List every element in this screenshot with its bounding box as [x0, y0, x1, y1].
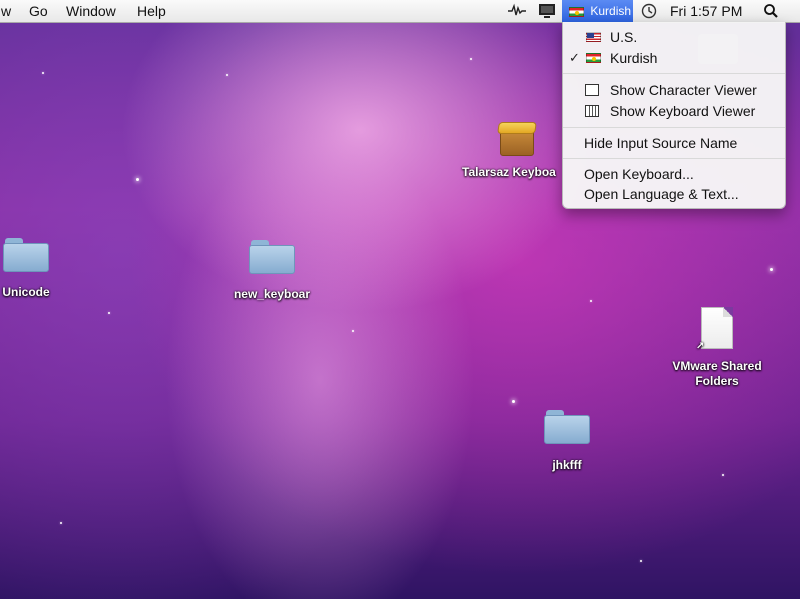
menu-item-character-viewer-label: Show Character Viewer [610, 82, 757, 98]
kurdish-flag-icon [569, 6, 584, 17]
desktop-icon-label: VMware Shared [672, 359, 762, 373]
menu-item-character-viewer[interactable]: Show Character Viewer [563, 80, 785, 100]
star [226, 74, 228, 76]
desktop-icon-label: Talarsaz Keyboa [462, 165, 556, 179]
menu-separator [563, 158, 785, 159]
star [590, 300, 592, 302]
menu-item-open-language[interactable]: Open Language & Text... [563, 184, 785, 204]
desktop-icon-talarsaz-keyboard[interactable]: Talarsaz Keyboa [462, 116, 572, 179]
menu-go[interactable]: Go [29, 3, 48, 19]
desktop-icon-new-keyboar[interactable]: new_keyboar [226, 240, 318, 301]
menu-help[interactable]: Help [137, 3, 166, 19]
star [352, 330, 354, 332]
star [108, 312, 110, 314]
desktop-icon-label: new_keyboar [233, 287, 311, 301]
spotlight-search-icon[interactable] [763, 3, 779, 22]
input-source-dropdown: U.S. ✓ Kurdish Show Character Viewer Sho… [562, 22, 786, 209]
time-machine-icon[interactable] [640, 3, 658, 22]
star [42, 72, 44, 74]
menu-item-hide-name-label: Hide Input Source Name [584, 135, 738, 151]
menu-separator [563, 73, 785, 74]
desktop-icon-vmware-shared-folders[interactable]: ↗ VMware Shared Folders [662, 307, 772, 389]
star [512, 400, 515, 403]
desktop-icon-jhkfff[interactable]: jhkfff [534, 410, 600, 472]
display-icon[interactable] [538, 3, 556, 22]
menu-item-kurdish[interactable]: ✓ Kurdish [563, 48, 785, 68]
menu-item-open-keyboard-label: Open Keyboard... [584, 166, 694, 182]
keyboard-viewer-icon [585, 105, 599, 117]
desktop[interactable]: w Go Window Help Kurdish Fri 1:57 PM U.S… [0, 0, 800, 599]
folder-icon [3, 238, 49, 272]
desktop-icon-label-line2: Folders [695, 374, 739, 388]
menu-item-keyboard-viewer[interactable]: Show Keyboard Viewer [563, 101, 785, 121]
menu-bar: w Go Window Help Kurdish Fri 1:57 PM [0, 0, 800, 23]
desktop-icon-unicode[interactable]: Unicode [0, 238, 52, 299]
menu-item-hide-name[interactable]: Hide Input Source Name [563, 133, 785, 153]
character-viewer-icon [585, 84, 599, 96]
star [640, 560, 642, 562]
star [470, 58, 472, 60]
desktop-icon-label: jhkfff [552, 458, 582, 472]
menu-app-partial[interactable]: w [1, 3, 11, 19]
star [136, 178, 139, 181]
menu-item-keyboard-viewer-label: Show Keyboard Viewer [610, 103, 756, 119]
checkmark-icon: ✓ [569, 50, 580, 65]
input-source-menu[interactable]: Kurdish [562, 0, 633, 22]
package-icon [496, 116, 538, 158]
clock[interactable]: Fri 1:57 PM [670, 3, 742, 19]
menu-separator [563, 127, 785, 128]
desktop-icon-label: Unicode [2, 285, 50, 299]
folder-icon [249, 240, 295, 274]
menu-item-us-label: U.S. [610, 29, 638, 45]
input-source-label: Kurdish [590, 4, 632, 18]
folder-icon [544, 410, 590, 444]
star [60, 522, 62, 524]
menu-item-open-keyboard[interactable]: Open Keyboard... [563, 164, 785, 184]
kurdish-flag-icon [586, 53, 601, 63]
menu-item-open-language-label: Open Language & Text... [584, 186, 739, 202]
us-flag-icon [586, 32, 601, 42]
waveform-icon[interactable] [508, 2, 526, 21]
star [722, 474, 724, 476]
menu-item-kurdish-label: Kurdish [610, 50, 658, 66]
menu-item-us[interactable]: U.S. [563, 27, 785, 47]
menu-window[interactable]: Window [66, 3, 116, 19]
star [770, 268, 773, 271]
document-alias-icon: ↗ [696, 307, 733, 352]
